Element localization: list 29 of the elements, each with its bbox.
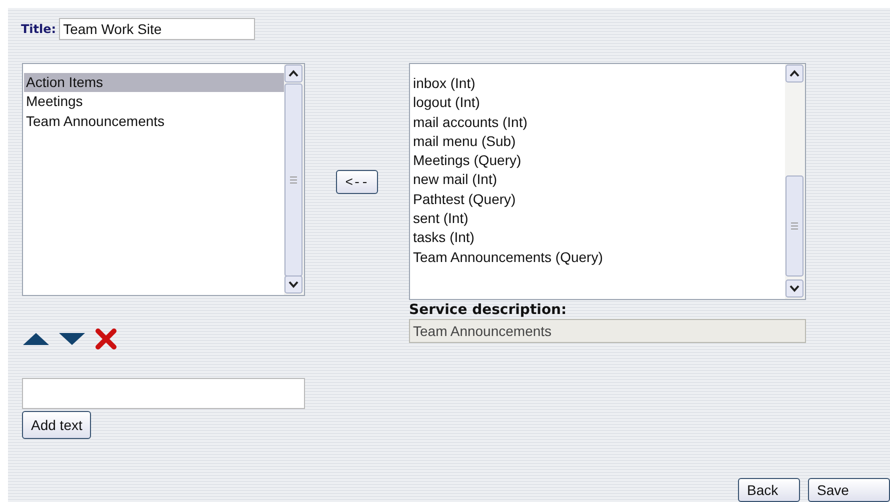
list-item[interactable]: new mail (Int) [411,170,785,190]
list-item[interactable]: sent (Int) [411,209,785,228]
list-item[interactable]: Action Items [24,73,284,92]
title-label: Title: [21,22,56,36]
list-item[interactable]: tasks (Int) [411,228,785,248]
save-button[interactable]: Save [808,478,890,502]
list-item[interactable]: Team Announcements (Query) [411,248,785,267]
service-description-field: Team Announcements [409,319,806,343]
list-item[interactable]: Meetings [24,92,284,112]
add-text-button[interactable]: Add text [22,411,92,439]
move-up-icon[interactable] [23,333,49,345]
title-field[interactable]: Team Work Site [59,18,256,40]
move-left-button[interactable]: <-- [336,170,378,194]
list-item[interactable]: mail menu (Sub) [411,132,785,152]
selected-services-list[interactable]: Action Items Meetings Team Announcements [22,63,305,296]
scrollbar[interactable] [785,64,805,299]
list-item[interactable]: Team Announcements [24,112,284,131]
list-item[interactable]: logout (Int) [411,93,785,113]
list-item[interactable]: Pathtest (Query) [411,190,785,210]
scrollbar[interactable] [284,64,304,295]
service-description-label: Service description: [409,302,568,318]
back-button[interactable]: Back [738,478,800,502]
move-down-icon[interactable] [59,333,85,345]
text-input-field[interactable] [22,378,305,409]
delete-icon[interactable] [95,328,117,350]
list-item[interactable]: inbox (Int) [411,74,785,94]
available-services-list[interactable]: inbox (Int) logout (Int) mail accounts (Int) mail menu (Sub) Meetings (Query) new mail (Int) Pathtest (Query) sent (Int) tasks (Int) Team Announcements (Query) [409,63,806,300]
list-item[interactable]: Meetings (Query) [411,151,785,170]
list-item[interactable]: mail accounts (Int) [411,112,785,132]
